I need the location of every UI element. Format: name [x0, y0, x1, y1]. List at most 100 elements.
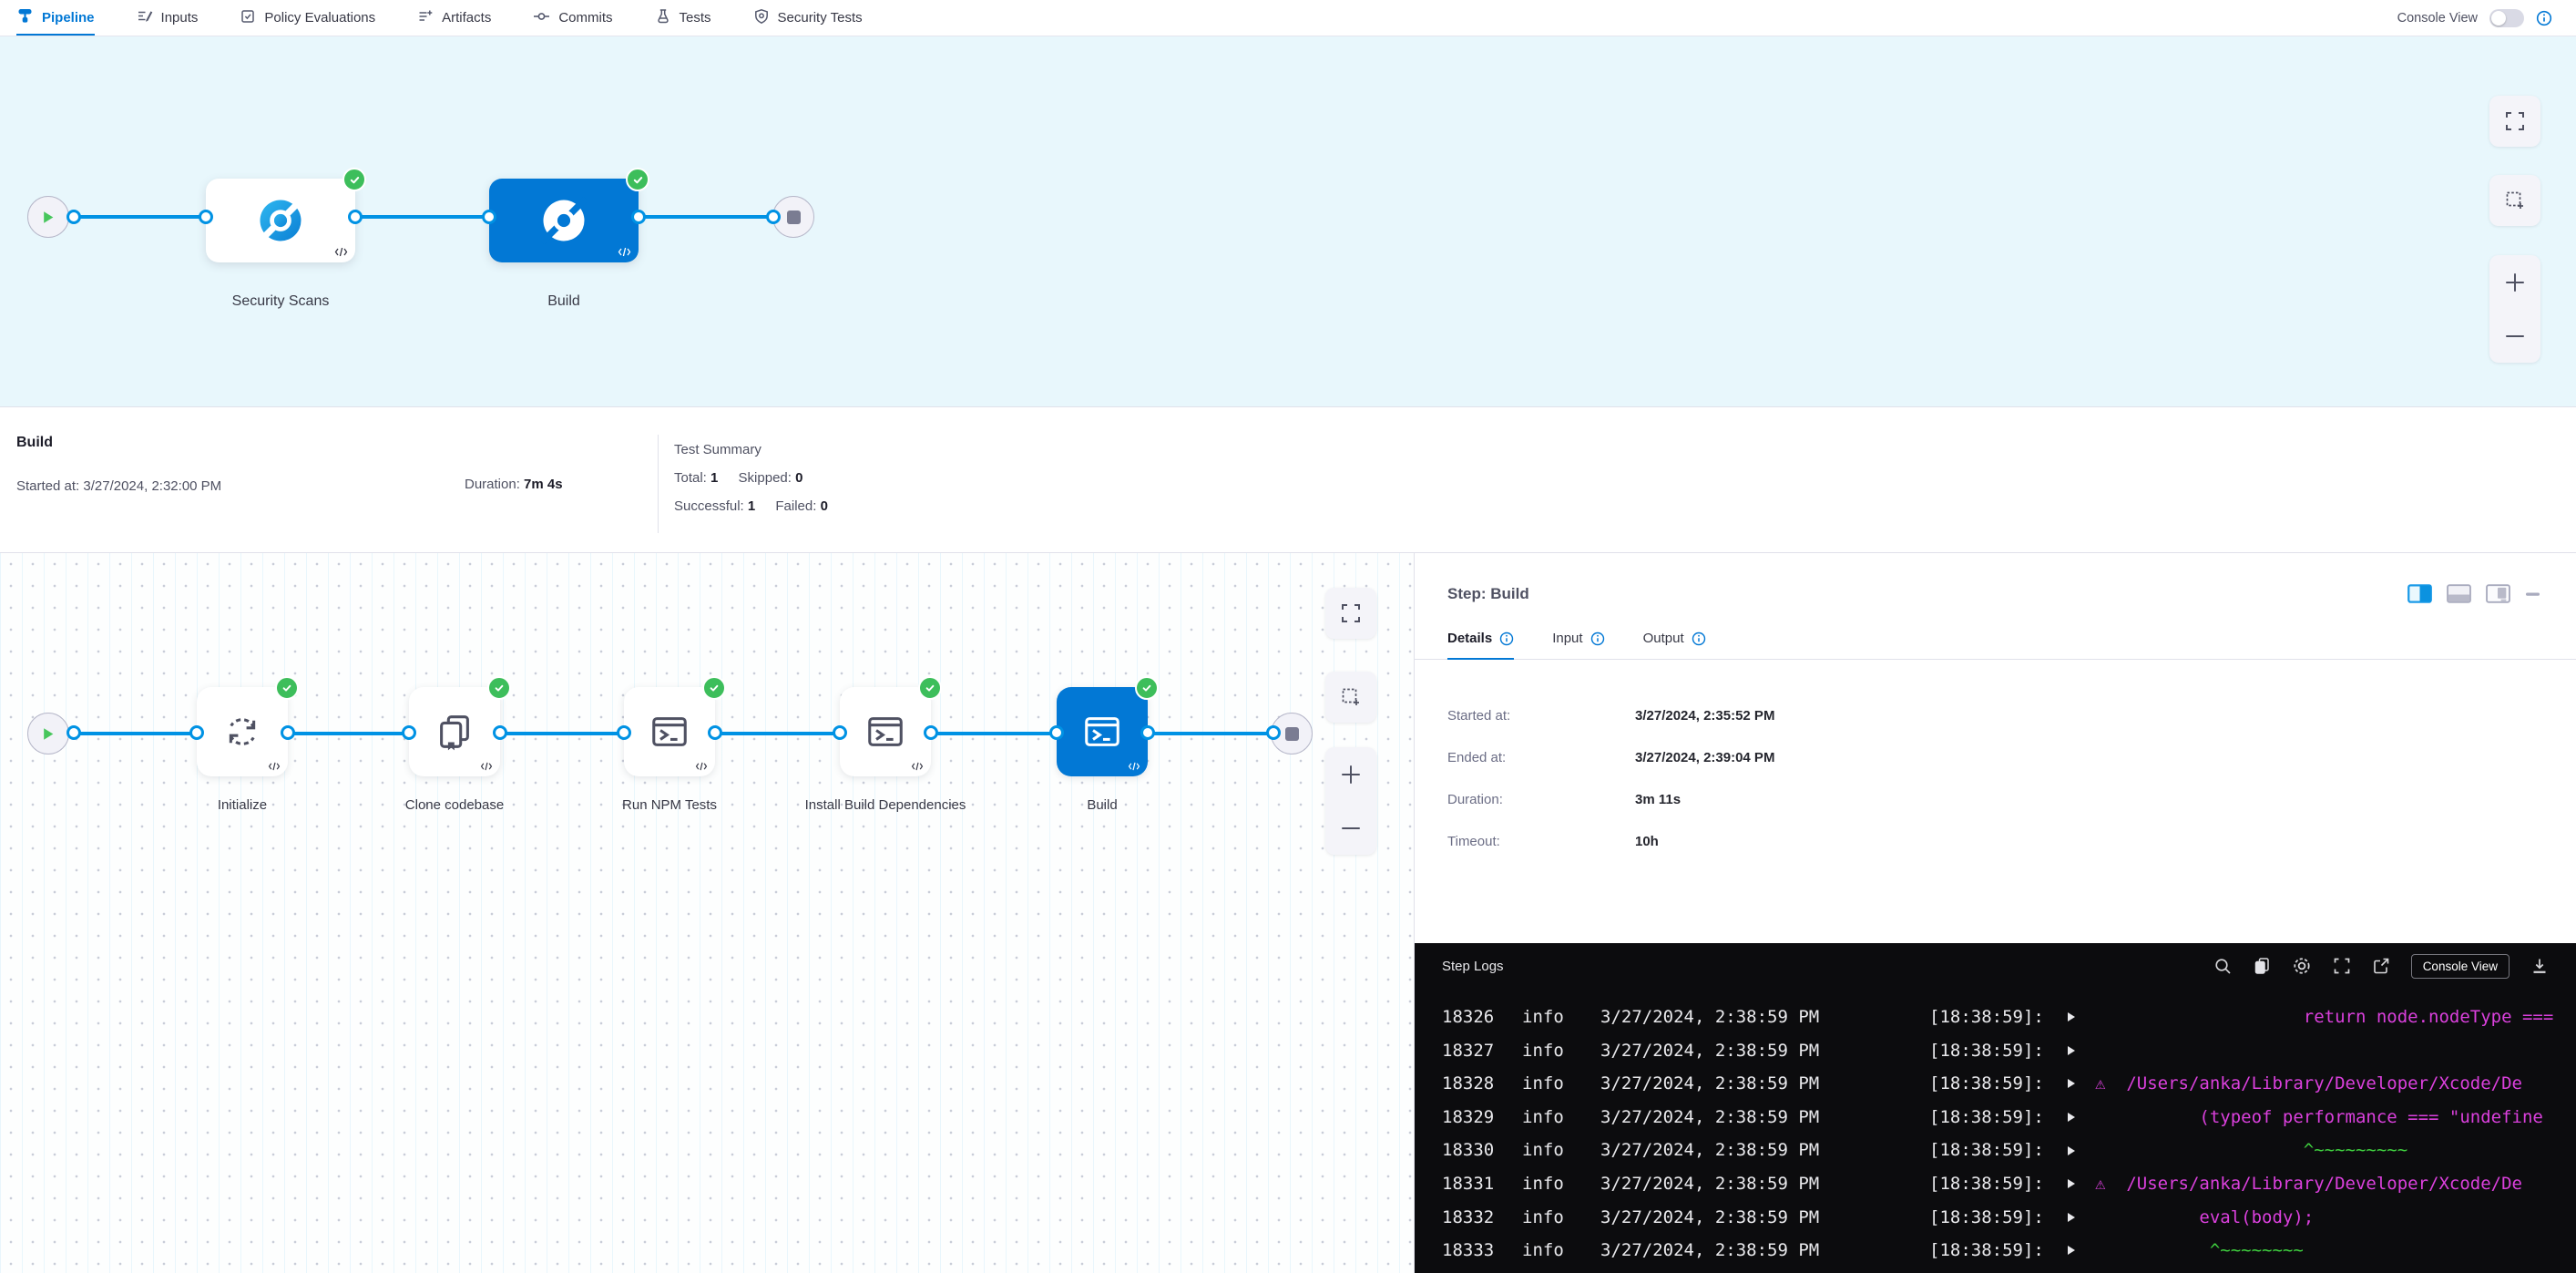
- log-row: 18329info3/27/2024, 2:38:59 PM[18:38:59]…: [1442, 1101, 2576, 1134]
- canvas-select-button[interactable]: [1325, 672, 1376, 723]
- step-label-run-npm-tests: Run NPM Tests: [583, 796, 756, 816]
- search-icon[interactable]: [2213, 957, 2232, 975]
- canvas-fullscreen-button[interactable]: [2489, 96, 2540, 147]
- port: [924, 725, 938, 740]
- tab-details[interactable]: Details: [1447, 631, 1514, 660]
- port: [1140, 725, 1155, 740]
- tab-commits[interactable]: Commits: [533, 0, 612, 36]
- port: [833, 725, 847, 740]
- logs-fullscreen-icon[interactable]: [2333, 957, 2351, 975]
- step-node-initialize[interactable]: [197, 687, 288, 776]
- expand-line-icon[interactable]: [2068, 1134, 2095, 1167]
- step-logs-panel: Step Logs Console View 18326info3/27/202…: [1415, 943, 2576, 1273]
- canvas-select-button[interactable]: [2489, 175, 2540, 226]
- step-panel-header: Step: Build: [1415, 553, 2576, 603]
- toggle-knob: [2491, 11, 2506, 26]
- detail-label: Started at:: [1447, 708, 1635, 724]
- expand-line-icon[interactable]: [2068, 1101, 2095, 1134]
- tab-output[interactable]: Output: [1643, 631, 1706, 660]
- layout-right-panel-button[interactable]: [2486, 584, 2510, 603]
- port: [66, 725, 81, 740]
- artifacts-icon: [417, 8, 434, 28]
- copy-logs-icon[interactable]: [2253, 957, 2271, 975]
- step-panel-title: Step: Build: [1447, 585, 1529, 603]
- fullscreen-icon: [1340, 602, 1362, 624]
- top-nav: Pipeline Inputs Policy Evaluations Artif…: [0, 0, 2576, 36]
- expand-line-icon[interactable]: [2068, 1034, 2095, 1068]
- step-node-run-npm-tests[interactable]: [624, 687, 715, 776]
- tab-inputs[interactable]: Inputs: [137, 0, 199, 36]
- tab-policy-evaluations[interactable]: Policy Evaluations: [240, 0, 375, 36]
- tab-pipeline[interactable]: Pipeline: [16, 0, 95, 36]
- tab-input[interactable]: Input: [1552, 631, 1604, 660]
- tab-tests[interactable]: Tests: [655, 0, 711, 36]
- port: [493, 725, 507, 740]
- stage-started-at: Started at: 3/27/2024, 2:32:00 PM: [16, 478, 465, 494]
- stage-summary-title: Build: [16, 435, 465, 451]
- port: [1049, 725, 1064, 740]
- download-logs-icon[interactable]: [2530, 957, 2549, 975]
- tab-label: Policy Evaluations: [264, 10, 375, 26]
- tab-label: Security Tests: [778, 10, 863, 26]
- code-template-icon: [480, 762, 493, 771]
- success-badge: [918, 676, 942, 700]
- detail-label: Duration:: [1447, 792, 1635, 807]
- logs-actions: Console View: [2213, 954, 2549, 979]
- lower-split: Initialize Clone codebase Run NPM Tests …: [0, 553, 2576, 1273]
- test-summary-row1: Total: 1 Skipped: 0: [674, 464, 828, 492]
- log-row: 18326info3/27/2024, 2:38:59 PM[18:38:59]…: [1442, 1001, 2576, 1034]
- port: [1266, 725, 1281, 740]
- step-node-build[interactable]: [1057, 687, 1148, 776]
- step-logs-header: Step Logs Console View: [1415, 943, 2576, 989]
- tab-label: Inputs: [161, 10, 199, 26]
- stage-label-security-scans: Security Scans: [189, 293, 372, 310]
- expand-line-icon[interactable]: [2068, 1067, 2095, 1101]
- port: [766, 210, 781, 224]
- stage-node-security-scans[interactable]: [206, 179, 355, 262]
- console-view-button[interactable]: Console View: [2411, 954, 2510, 979]
- stage-node-build[interactable]: [489, 179, 639, 262]
- info-icon[interactable]: [2536, 10, 2552, 26]
- info-icon[interactable]: [1499, 631, 1514, 646]
- log-row: 18332info3/27/2024, 2:38:59 PM[18:38:59]…: [1442, 1201, 2576, 1235]
- minimize-panel-button[interactable]: [2525, 585, 2541, 603]
- layout-right-split-button[interactable]: [2407, 584, 2432, 603]
- layout-bottom-split-button[interactable]: [2447, 584, 2471, 603]
- code-template-icon: [618, 247, 631, 257]
- expand-line-icon[interactable]: [2068, 1201, 2095, 1235]
- success-badge: [342, 168, 366, 191]
- initialize-icon: [221, 711, 263, 753]
- step-node-install-build-dependencies[interactable]: [840, 687, 931, 776]
- info-icon[interactable]: [1692, 631, 1706, 646]
- detail-value: 3m 11s: [1635, 792, 2543, 807]
- stage-start-node[interactable]: [27, 713, 69, 755]
- success-badge: [626, 168, 649, 191]
- settings-gear-icon[interactable]: [2292, 956, 2312, 976]
- expand-line-icon[interactable]: [2068, 1001, 2095, 1034]
- step-node-clone-codebase[interactable]: [409, 687, 500, 776]
- detail-value: 3/27/2024, 2:35:52 PM: [1635, 708, 2543, 724]
- expand-line-icon[interactable]: [2068, 1167, 2095, 1201]
- expand-line-icon[interactable]: [2068, 1234, 2095, 1268]
- console-view-toggle[interactable]: [2489, 9, 2524, 27]
- detail-value: 10h: [1635, 834, 2543, 849]
- tab-artifacts[interactable]: Artifacts: [417, 0, 491, 36]
- inputs-icon: [137, 8, 153, 28]
- zoom-out-button[interactable]: [2489, 309, 2540, 363]
- zoom-out-button[interactable]: [1325, 801, 1376, 855]
- open-external-icon[interactable]: [2372, 957, 2390, 975]
- summary-divider: [658, 435, 659, 533]
- canvas-zoom-controls: [1325, 747, 1376, 855]
- security-stage-icon: [256, 196, 305, 245]
- step-label-initialize: Initialize: [156, 796, 329, 816]
- info-icon[interactable]: [1590, 631, 1605, 646]
- zoom-in-button[interactable]: [2489, 255, 2540, 309]
- tab-security-tests[interactable]: Security Tests: [753, 0, 863, 36]
- stage-graph-canvas: Security Scans Build: [0, 36, 2576, 406]
- pipeline-start-node[interactable]: [27, 196, 69, 238]
- canvas-fullscreen-button[interactable]: [1325, 588, 1376, 639]
- test-summary-row2: Successful: 1 Failed: 0: [674, 492, 828, 520]
- step-label-install-build-dependencies: Install Build Dependencies: [799, 796, 972, 816]
- zoom-in-button[interactable]: [1325, 747, 1376, 801]
- step-details-panel: Step: Build Details Input Output: [1415, 553, 2576, 1273]
